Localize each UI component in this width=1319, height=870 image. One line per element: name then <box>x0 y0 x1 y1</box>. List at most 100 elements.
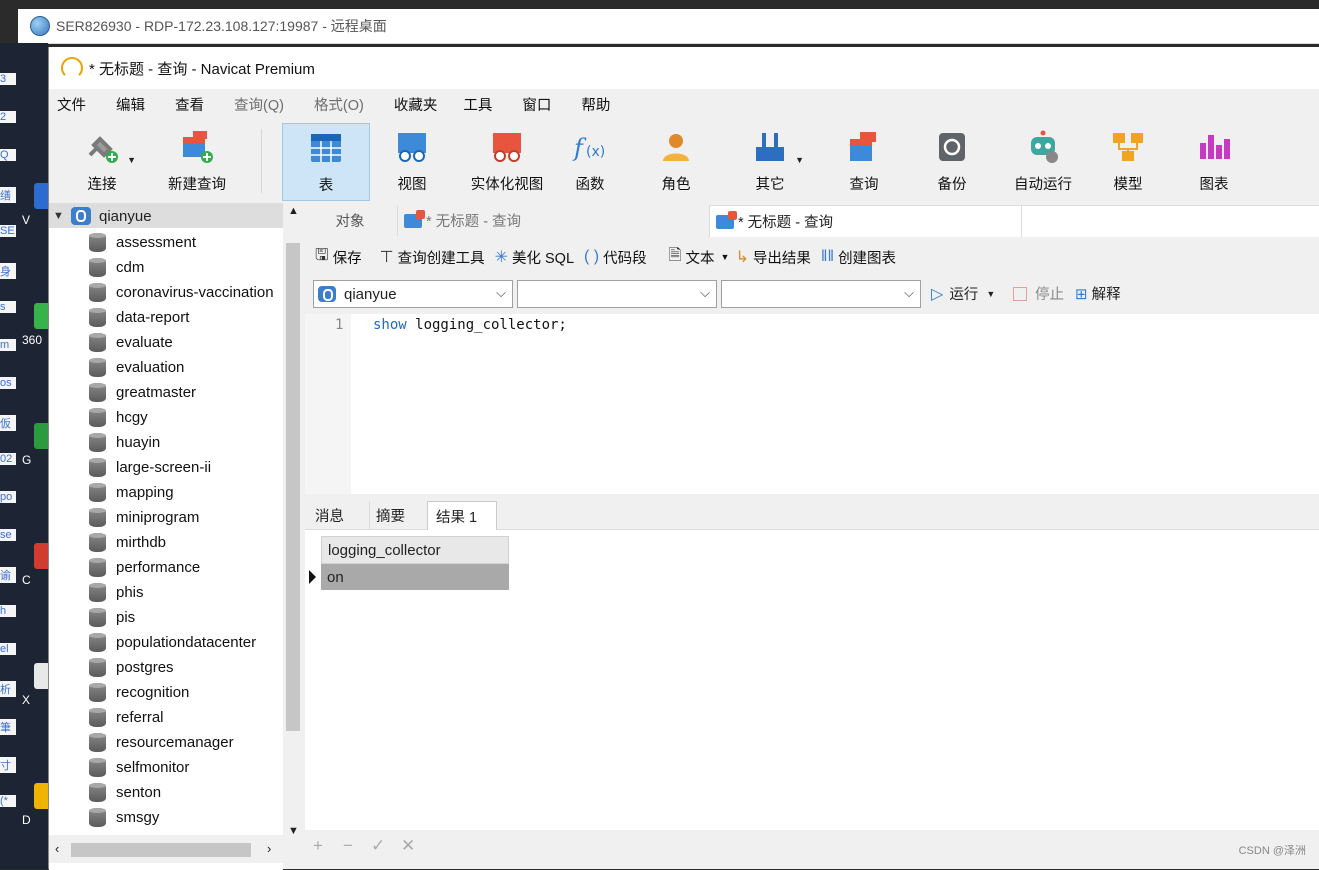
database-item[interactable]: referral <box>89 705 164 729</box>
tree-scroll-thumb[interactable] <box>286 243 300 731</box>
column-header[interactable]: logging_collector <box>321 536 509 564</box>
desktop-shortcut-icon[interactable] <box>34 663 48 689</box>
database-item[interactable]: greatmaster <box>89 380 196 404</box>
table-row[interactable]: on <box>321 564 509 590</box>
menu-favorites[interactable]: 收藏夹 <box>394 94 438 115</box>
database-item[interactable]: large-screen-ii <box>89 455 211 479</box>
text-dropdown-icon[interactable]: ▼ <box>721 252 730 262</box>
database-item[interactable]: mapping <box>89 480 174 504</box>
query-builder-button[interactable]: ⊤ 查询创建工具 <box>380 247 485 268</box>
database-item[interactable]: evaluate <box>89 330 173 354</box>
database-item[interactable]: senton <box>89 780 161 804</box>
menu-edit[interactable]: 编辑 <box>116 94 145 115</box>
tab-query-1[interactable]: * 无标题 - 查询 <box>397 205 714 236</box>
export-result-button[interactable]: ↳ 导出结果 <box>735 247 810 268</box>
other-label: 其它 <box>755 177 785 193</box>
database-item[interactable]: selfmonitor <box>89 755 189 779</box>
materialized-view-button[interactable]: 实体化视图 <box>459 123 555 199</box>
apply-changes-icon[interactable]: ✓ <box>371 836 385 856</box>
menu-help[interactable]: 帮助 <box>581 94 610 115</box>
automation-button[interactable]: 自动运行 <box>1003 123 1083 199</box>
tree-horizontal-scrollbar[interactable]: ‹ › <box>49 835 303 863</box>
menu-query[interactable]: 查询(Q) <box>234 94 284 115</box>
database-select[interactable]: ⌵ <box>517 280 717 308</box>
connect-dropdown-icon[interactable]: ▼ <box>127 155 136 165</box>
sql-editor[interactable]: 1 show logging_collector; <box>305 314 1319 494</box>
other-dropdown-icon[interactable]: ▼ <box>795 155 804 165</box>
tab-objects[interactable]: 对象 <box>307 205 393 236</box>
database-item[interactable]: data-report <box>89 305 189 329</box>
menu-window[interactable]: 窗口 <box>522 94 551 115</box>
database-item[interactable]: cdm <box>89 255 144 279</box>
scroll-left-icon[interactable]: ‹ <box>55 841 59 856</box>
other-button[interactable]: ▼ 其它 <box>737 123 804 199</box>
connection-select[interactable]: qianyue ⌵ <box>313 280 513 308</box>
tab-messages[interactable]: 消息 <box>309 501 371 529</box>
database-item[interactable]: miniprogram <box>89 505 199 529</box>
delete-record-icon[interactable]: − <box>343 836 353 856</box>
database-item[interactable]: performance <box>89 555 200 579</box>
schema-select[interactable]: ⌵ <box>721 280 921 308</box>
query-button[interactable]: 查询 <box>831 123 897 199</box>
tree-vertical-scrollbar[interactable]: ▲ ▼ <box>283 203 303 843</box>
database-item[interactable]: postgres <box>89 655 174 679</box>
menu-file[interactable]: 文件 <box>57 94 86 115</box>
tab-query-2[interactable]: * 无标题 - 查询 <box>709 205 1027 237</box>
database-item[interactable]: pis <box>89 605 135 629</box>
database-item[interactable]: phis <box>89 580 144 604</box>
database-item[interactable]: mirthdb <box>89 530 166 554</box>
chart-button[interactable]: 图表 <box>1181 123 1247 199</box>
role-button[interactable]: 角色 <box>643 123 709 199</box>
function-button[interactable]: f (x) 函数 <box>557 123 623 199</box>
database-name: hcgy <box>116 408 148 426</box>
text-button[interactable]: 🗎 文本 ▼ <box>669 244 730 271</box>
database-item[interactable]: coronavirus-vaccination <box>89 280 274 304</box>
collapse-chevron-icon[interactable]: ▼ <box>53 210 67 222</box>
view-button[interactable]: 视图 <box>379 123 445 199</box>
stop-button[interactable]: 停止 <box>1013 283 1064 304</box>
model-button[interactable]: 模型 <box>1095 123 1161 199</box>
tree-root-connection[interactable]: ▼ qianyue <box>49 204 283 228</box>
database-item[interactable]: evaluation <box>89 355 184 379</box>
tab-result-1[interactable]: 结果 1 <box>427 501 497 530</box>
menu-tools[interactable]: 工具 <box>463 94 492 115</box>
beautify-sql-button[interactable]: ✳ 美化 SQL <box>495 247 574 268</box>
database-item[interactable]: assessment <box>89 230 196 254</box>
desktop-shortcut-icon[interactable] <box>34 423 48 449</box>
create-chart-button[interactable]: ‖‖ 创建图表 <box>821 247 896 268</box>
connect-button[interactable]: ▼ 连接 <box>69 123 136 199</box>
cell-value[interactable]: on <box>327 569 344 586</box>
database-icon <box>89 707 106 727</box>
save-button[interactable]: 🖫 保存 <box>315 244 362 271</box>
menu-format[interactable]: 格式(O) <box>314 94 364 115</box>
sql-code-line[interactable]: show logging_collector; <box>373 317 567 333</box>
backup-button[interactable]: 备份 <box>919 123 985 199</box>
database-item[interactable]: recognition <box>89 680 189 704</box>
run-button[interactable]: ▷ 运行 ▼ <box>931 283 995 304</box>
code-snippet-button[interactable]: ( ) 代码段 <box>584 247 647 268</box>
database-item[interactable]: resourcemanager <box>89 730 234 754</box>
run-dropdown-icon[interactable]: ▼ <box>986 289 995 299</box>
tab-summary[interactable]: 摘要 <box>369 501 432 529</box>
new-query-button[interactable]: 新建查询 <box>159 123 235 199</box>
table-button[interactable]: 表 <box>282 123 370 201</box>
backup-label: 备份 <box>937 177 967 193</box>
explain-button[interactable]: ⊞ 解释 <box>1075 283 1121 304</box>
tree-hscroll-thumb[interactable] <box>71 843 251 857</box>
database-item[interactable]: hcgy <box>89 405 148 429</box>
desktop-shortcut-icon[interactable] <box>34 303 48 329</box>
database-item[interactable]: populationdatacenter <box>89 630 256 654</box>
desktop-shortcut-icon[interactable] <box>34 183 48 209</box>
database-item[interactable]: huayin <box>89 430 160 454</box>
desktop-shortcut-icon[interactable] <box>34 783 48 809</box>
add-record-icon[interactable]: + <box>313 836 323 856</box>
database-item[interactable]: smsgy <box>89 805 159 829</box>
discard-changes-icon[interactable]: ✕ <box>401 836 415 856</box>
database-icon <box>89 382 106 402</box>
database-icon <box>89 507 106 527</box>
menu-view[interactable]: 查看 <box>175 94 204 115</box>
desktop-shortcut-icon[interactable] <box>34 543 48 569</box>
scroll-up-icon[interactable]: ▲ <box>288 205 299 217</box>
scroll-right-icon[interactable]: › <box>267 841 271 856</box>
query-label: 查询 <box>849 177 879 193</box>
